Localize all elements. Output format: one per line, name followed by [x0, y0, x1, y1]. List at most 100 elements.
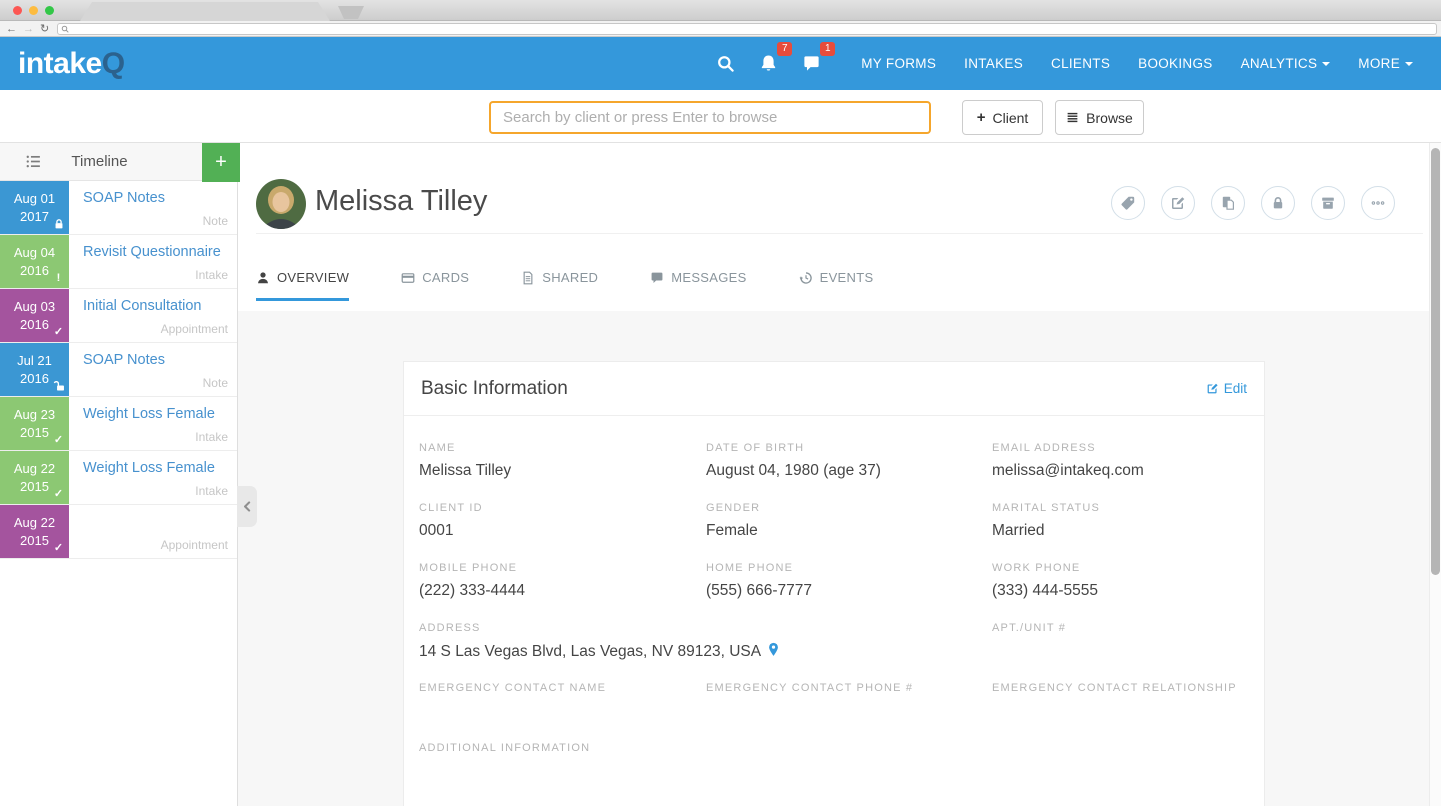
- tab-messages[interactable]: MESSAGES: [650, 270, 746, 301]
- field-value: (222) 333-4444: [419, 582, 525, 600]
- browser-tab[interactable]: [80, 2, 330, 21]
- field-label: WORK PHONE: [992, 562, 1249, 574]
- window-zoom-icon[interactable]: [45, 6, 54, 15]
- tab-label: CARDS: [422, 270, 469, 285]
- edit-label: Edit: [1224, 381, 1247, 396]
- nav-item-my-forms[interactable]: MY FORMS: [847, 46, 950, 81]
- timeline-item-type: Intake: [195, 484, 228, 498]
- notifications-button[interactable]: 7: [747, 46, 790, 81]
- lock-button[interactable]: [1261, 186, 1295, 220]
- edit-basic-info-link[interactable]: Edit: [1206, 381, 1247, 396]
- copy-icon: [1220, 195, 1236, 211]
- nav-item-label: MORE: [1358, 56, 1400, 71]
- nav-item-bookings[interactable]: BOOKINGS: [1124, 46, 1226, 81]
- field-label: CLIENT ID: [419, 502, 706, 514]
- field-label: EMAIL ADDRESS: [992, 442, 1249, 454]
- timeline-item[interactable]: Aug 222015✓Appointment: [0, 505, 237, 559]
- tab-shared[interactable]: SHARED: [521, 270, 598, 301]
- search-icon: [716, 54, 735, 73]
- nav-item-intakes[interactable]: INTAKES: [950, 46, 1037, 81]
- timeline-item[interactable]: Jul 212016SOAP NotesNote: [0, 343, 237, 397]
- info-field-home-phone: HOME PHONE(555) 666-7777: [706, 560, 992, 620]
- edit-icon: [1170, 195, 1186, 211]
- client-avatar[interactable]: [256, 179, 306, 229]
- copy-button[interactable]: [1211, 186, 1245, 220]
- field-label: EMERGENCY CONTACT NAME: [419, 682, 706, 694]
- add-client-button[interactable]: + Client: [962, 100, 1043, 135]
- timeline-item-title[interactable]: Weight Loss Female: [83, 460, 215, 476]
- tag-button[interactable]: [1111, 186, 1145, 220]
- tab-events[interactable]: EVENTS: [799, 270, 874, 301]
- url-bar[interactable]: [57, 23, 1437, 35]
- reload-icon[interactable]: ↻: [40, 22, 51, 36]
- status-unlock-icon: [52, 380, 65, 393]
- card-icon: [401, 271, 415, 285]
- more-icon: [1370, 195, 1386, 211]
- status-check-icon: ✓: [52, 434, 65, 447]
- vertical-scrollbar[interactable]: [1429, 143, 1441, 806]
- info-field-additional-information: ADDITIONAL INFORMATION: [419, 740, 1249, 800]
- new-tab-button[interactable]: [338, 6, 364, 19]
- nav-item-more[interactable]: MORE: [1344, 46, 1427, 81]
- timeline-date-block: Aug 032016✓: [0, 289, 69, 342]
- forward-icon[interactable]: →: [23, 22, 34, 36]
- more-button[interactable]: [1361, 186, 1395, 220]
- timeline-date: Aug 22: [0, 514, 69, 532]
- window-minimize-icon[interactable]: [29, 6, 38, 15]
- timeline-item-title[interactable]: SOAP Notes: [83, 190, 165, 206]
- field-value: 0001: [419, 522, 453, 540]
- timeline-item-title[interactable]: Revisit Questionnaire: [83, 244, 221, 260]
- field-value: 14 S Las Vegas Blvd, Las Vegas, NV 89123…: [419, 643, 761, 661]
- timeline-item-type: Intake: [195, 268, 228, 282]
- timeline-header: Timeline +: [0, 143, 237, 181]
- archive-button[interactable]: [1311, 186, 1345, 220]
- client-search-input[interactable]: [489, 101, 931, 134]
- timeline-date-block: Aug 222015✓: [0, 505, 69, 558]
- field-label: EMERGENCY CONTACT RELATIONSHIP: [992, 682, 1249, 694]
- scrollbar-thumb[interactable]: [1431, 148, 1440, 575]
- window-close-icon[interactable]: [13, 6, 22, 15]
- status-check-icon: ✓: [52, 488, 65, 501]
- map-pin-icon[interactable]: [767, 642, 780, 657]
- status-lock-icon: [52, 218, 65, 231]
- browser-tabstrip: [0, 0, 1441, 21]
- info-field-work-phone: WORK PHONE (333) 444-5555: [992, 560, 1249, 620]
- tab-cards[interactable]: CARDS: [401, 270, 469, 301]
- browser-toolbar: ← → ↻: [0, 21, 1441, 37]
- timeline-item[interactable]: Aug 032016✓Initial ConsultationAppointme…: [0, 289, 237, 343]
- timeline-item[interactable]: Aug 012017SOAP NotesNote: [0, 181, 237, 235]
- timeline-sidebar: Timeline + Aug 012017SOAP NotesNote Aug 0…: [0, 143, 238, 806]
- status-check-icon: ✓: [52, 542, 65, 555]
- timeline-item[interactable]: Aug 232015✓Weight Loss FemaleIntake: [0, 397, 237, 451]
- info-field-name: NAMEMelissa Tilley: [419, 440, 706, 500]
- browse-button[interactable]: Browse: [1055, 100, 1144, 135]
- intakeq-logo[interactable]: intakeQ: [18, 47, 125, 81]
- add-timeline-item-button[interactable]: +: [202, 143, 240, 182]
- timeline-item[interactable]: Aug 222015✓Weight Loss FemaleIntake: [0, 451, 237, 505]
- field-value: (333) 444-5555: [992, 582, 1098, 600]
- doc-icon: [521, 271, 535, 285]
- field-label: ADDITIONAL INFORMATION: [419, 742, 1249, 754]
- timeline-item-body: SOAP NotesNote: [69, 343, 237, 396]
- back-icon[interactable]: ←: [6, 22, 17, 36]
- field-value: Married: [992, 522, 1045, 540]
- field-value: (555) 666-7777: [706, 582, 812, 600]
- sidebar-collapse-handle[interactable]: [237, 486, 257, 527]
- plus-icon: +: [977, 109, 986, 126]
- timeline-date: Jul 21: [0, 352, 69, 370]
- field-label: NAME: [419, 442, 706, 454]
- basic-info-grid: NAMEMelissa TilleyDATE OF BIRTHAugust 04…: [404, 416, 1264, 800]
- tab-overview[interactable]: OVERVIEW: [256, 270, 349, 301]
- messages-button[interactable]: 1: [790, 46, 833, 81]
- edit-button[interactable]: [1161, 186, 1195, 220]
- timeline-item-title[interactable]: Initial Consultation: [83, 298, 202, 314]
- chat-bubble-icon: [802, 54, 821, 73]
- timeline-item-body: Revisit Questionnaire Intake: [69, 235, 237, 288]
- timeline-item-title[interactable]: SOAP Notes: [83, 352, 165, 368]
- timeline-item-title[interactable]: Weight Loss Female: [83, 406, 215, 422]
- timeline-item[interactable]: Aug 042016!Revisit QuestionnaireIntake: [0, 235, 237, 289]
- info-field-client-id: CLIENT ID 0001: [419, 500, 706, 560]
- nav-search-button[interactable]: [704, 46, 747, 81]
- nav-item-clients[interactable]: CLIENTS: [1037, 46, 1124, 81]
- nav-item-analytics[interactable]: ANALYTICS: [1227, 46, 1345, 81]
